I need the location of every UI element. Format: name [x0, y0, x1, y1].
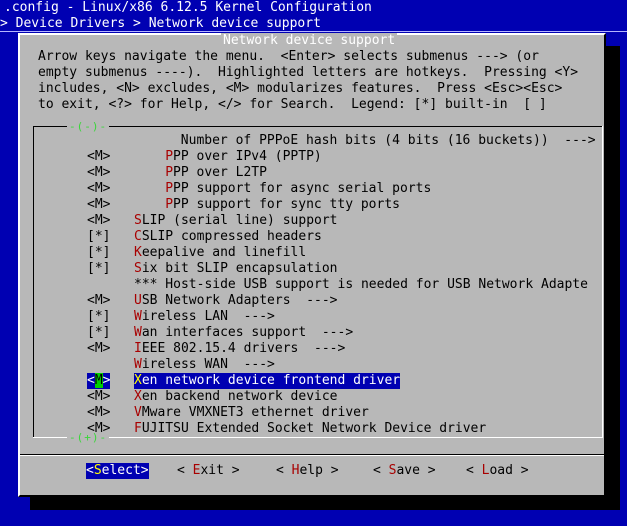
menu-item[interactable]: <M> VMware VMXNET3 ethernet driver — [33, 405, 603, 421]
menu-item[interactable]: [*] Wan interfaces support ---> — [33, 325, 603, 341]
menu-item[interactable]: [*] CSLIP compressed headers — [33, 229, 603, 245]
hotkey-letter: P — [165, 181, 174, 196]
menu-item-state[interactable]: <M> — [87, 165, 110, 181]
hotkey-letter: U — [134, 293, 142, 308]
menu-item-state[interactable]: <M> — [87, 181, 110, 197]
save-button[interactable]: < Save > — [373, 463, 436, 479]
menu-item[interactable]: <M> PPP support for async serial ports — [33, 181, 603, 197]
dialog-title: Network device support — [221, 33, 398, 49]
help-line-3: includes, <N> excludes, <M> modularizes … — [38, 81, 563, 96]
hotkey-letter: C — [134, 229, 142, 244]
header-divider — [0, 31, 627, 32]
menu-item[interactable]: *** Host-side USB support is needed for … — [33, 277, 603, 293]
menu-item-label: Wireless WAN ---> — [134, 357, 275, 372]
menu-item-state[interactable]: <M> — [87, 421, 110, 437]
hotkey-letter: P — [165, 149, 174, 164]
menu-item[interactable]: Number of PPPoE hash bits (4 bits (16 bu… — [33, 133, 603, 149]
hotkey-letter: W — [134, 309, 142, 324]
menu-item[interactable]: <M> PPP over IPv4 (PPTP) — [33, 149, 603, 165]
menu-item[interactable]: <M> SLIP (serial line) support — [33, 213, 603, 229]
menu-item-state[interactable]: [*] — [87, 325, 110, 341]
help-line-2: empty submenus ----). Highlighted letter… — [38, 65, 579, 80]
hotkey-letter: I — [134, 341, 142, 356]
menu-item-label: Xen network device frontend driver — [134, 373, 401, 389]
menu-item-state[interactable]: <M> — [87, 405, 110, 421]
button-bar-divider — [20, 455, 604, 456]
menu-item-state[interactable]: <M> — [87, 373, 111, 389]
menu-item[interactable]: <M> PPP support for sync tty ports — [33, 197, 603, 213]
help-line-1: Arrow keys navigate the menu. <Enter> se… — [38, 49, 539, 64]
menu-item-label: VMware VMXNET3 ethernet driver — [134, 405, 369, 420]
hotkey-letter: P — [165, 197, 174, 212]
menu-item-label: SLIP (serial line) support — [134, 213, 338, 228]
help-line-4: to exit, <?> for Help, </> for Search. L… — [38, 97, 547, 112]
menu-item-state[interactable]: <M> — [87, 293, 110, 309]
menu-item[interactable]: <M> Xen backend network device — [33, 389, 603, 405]
hotkey-letter: P — [165, 165, 174, 180]
menu-item-state[interactable]: [*] — [87, 229, 110, 245]
list-border-bottom — [33, 437, 603, 438]
menu-item-label: IEEE 802.15.4 drivers ---> — [134, 341, 346, 356]
menu-item-label: PPP over IPv4 (PPTP) — [165, 149, 322, 164]
menu-item-state[interactable]: <M> — [87, 341, 110, 357]
hotkey-letter: X — [134, 373, 142, 388]
menu-item[interactable]: <M> USB Network Adapters ---> — [33, 293, 603, 309]
menu-item-label: PPP support for sync tty ports — [165, 197, 400, 212]
menu-item-label: USB Network Adapters ---> — [134, 293, 338, 308]
hotkey-letter: F — [134, 421, 142, 436]
menu-item[interactable]: <M> Xen network device frontend driver — [33, 373, 603, 389]
menu-item-label: FUJITSU Extended Socket Network Device d… — [134, 421, 487, 436]
menu-item-state[interactable]: <M> — [87, 197, 110, 213]
hotkey-letter: S — [134, 213, 142, 228]
menu-item-label: CSLIP compressed headers — [134, 229, 322, 244]
menu-item-label: Six bit SLIP encapsulation — [134, 261, 338, 276]
menu-item-label: PPP over L2TP — [165, 165, 267, 180]
menu-item[interactable]: [*] Keepalive and linefill — [33, 245, 603, 261]
menu-item-label: PPP support for async serial ports — [165, 181, 432, 196]
window-title: .config - Linux/x86 6.12.5 Kernel Config… — [4, 0, 372, 15]
menu-item-state[interactable]: <M> — [87, 389, 110, 405]
hotkey-letter: W — [134, 325, 142, 340]
menu-item-state[interactable]: <M> — [87, 149, 110, 165]
help-button[interactable]: < Help > — [276, 463, 339, 479]
menu-item[interactable]: <M> IEEE 802.15.4 drivers ---> — [33, 341, 603, 357]
load-button[interactable]: < Load > — [466, 463, 529, 479]
menu-item-label: *** Host-side USB support is needed for … — [134, 277, 588, 292]
breadcrumb: > Device Drivers > Network device suppor… — [0, 16, 321, 31]
hotkey-letter: S — [134, 261, 142, 276]
select-button[interactable]: <Select> — [86, 463, 149, 479]
menu-item[interactable]: <M> PPP over L2TP — [33, 165, 603, 181]
menu-item-label: Number of PPPoE hash bits (4 bits (16 bu… — [180, 133, 596, 148]
menu-item-label: Xen backend network device — [134, 389, 338, 404]
hotkey-letter: V — [134, 405, 142, 420]
menu-item-state[interactable]: [*] — [87, 261, 110, 277]
menu-dialog: Network device support Arrow keys naviga… — [18, 33, 606, 497]
menu-list[interactable]: -(-)- -(+)- Number of PPPoE hash bits (4… — [33, 119, 603, 446]
hotkey-letter: W — [134, 357, 142, 372]
hotkey-letter: S — [93, 463, 102, 478]
menu-item[interactable]: <M> FUJITSU Extended Socket Network Devic… — [33, 421, 603, 437]
menu-item[interactable]: Wireless WAN ---> — [33, 357, 603, 373]
hotkey-letter: X — [134, 389, 142, 404]
list-border-top — [33, 126, 603, 127]
menu-item-state[interactable]: <M> — [87, 213, 110, 229]
menu-item-state[interactable]: [*] — [87, 309, 110, 325]
menu-item-label: Keepalive and linefill — [134, 245, 307, 260]
menu-item-label: Wireless LAN ---> — [134, 309, 275, 324]
hotkey-letter: K — [134, 245, 142, 260]
exit-button[interactable]: < Exit > — [177, 463, 240, 479]
menu-item[interactable]: [*] Wireless LAN ---> — [33, 309, 603, 325]
menu-item-label: Wan interfaces support ---> — [134, 325, 354, 340]
menu-item-state[interactable]: [*] — [87, 245, 110, 261]
menu-item[interactable]: [*] Six bit SLIP encapsulation — [33, 261, 603, 277]
